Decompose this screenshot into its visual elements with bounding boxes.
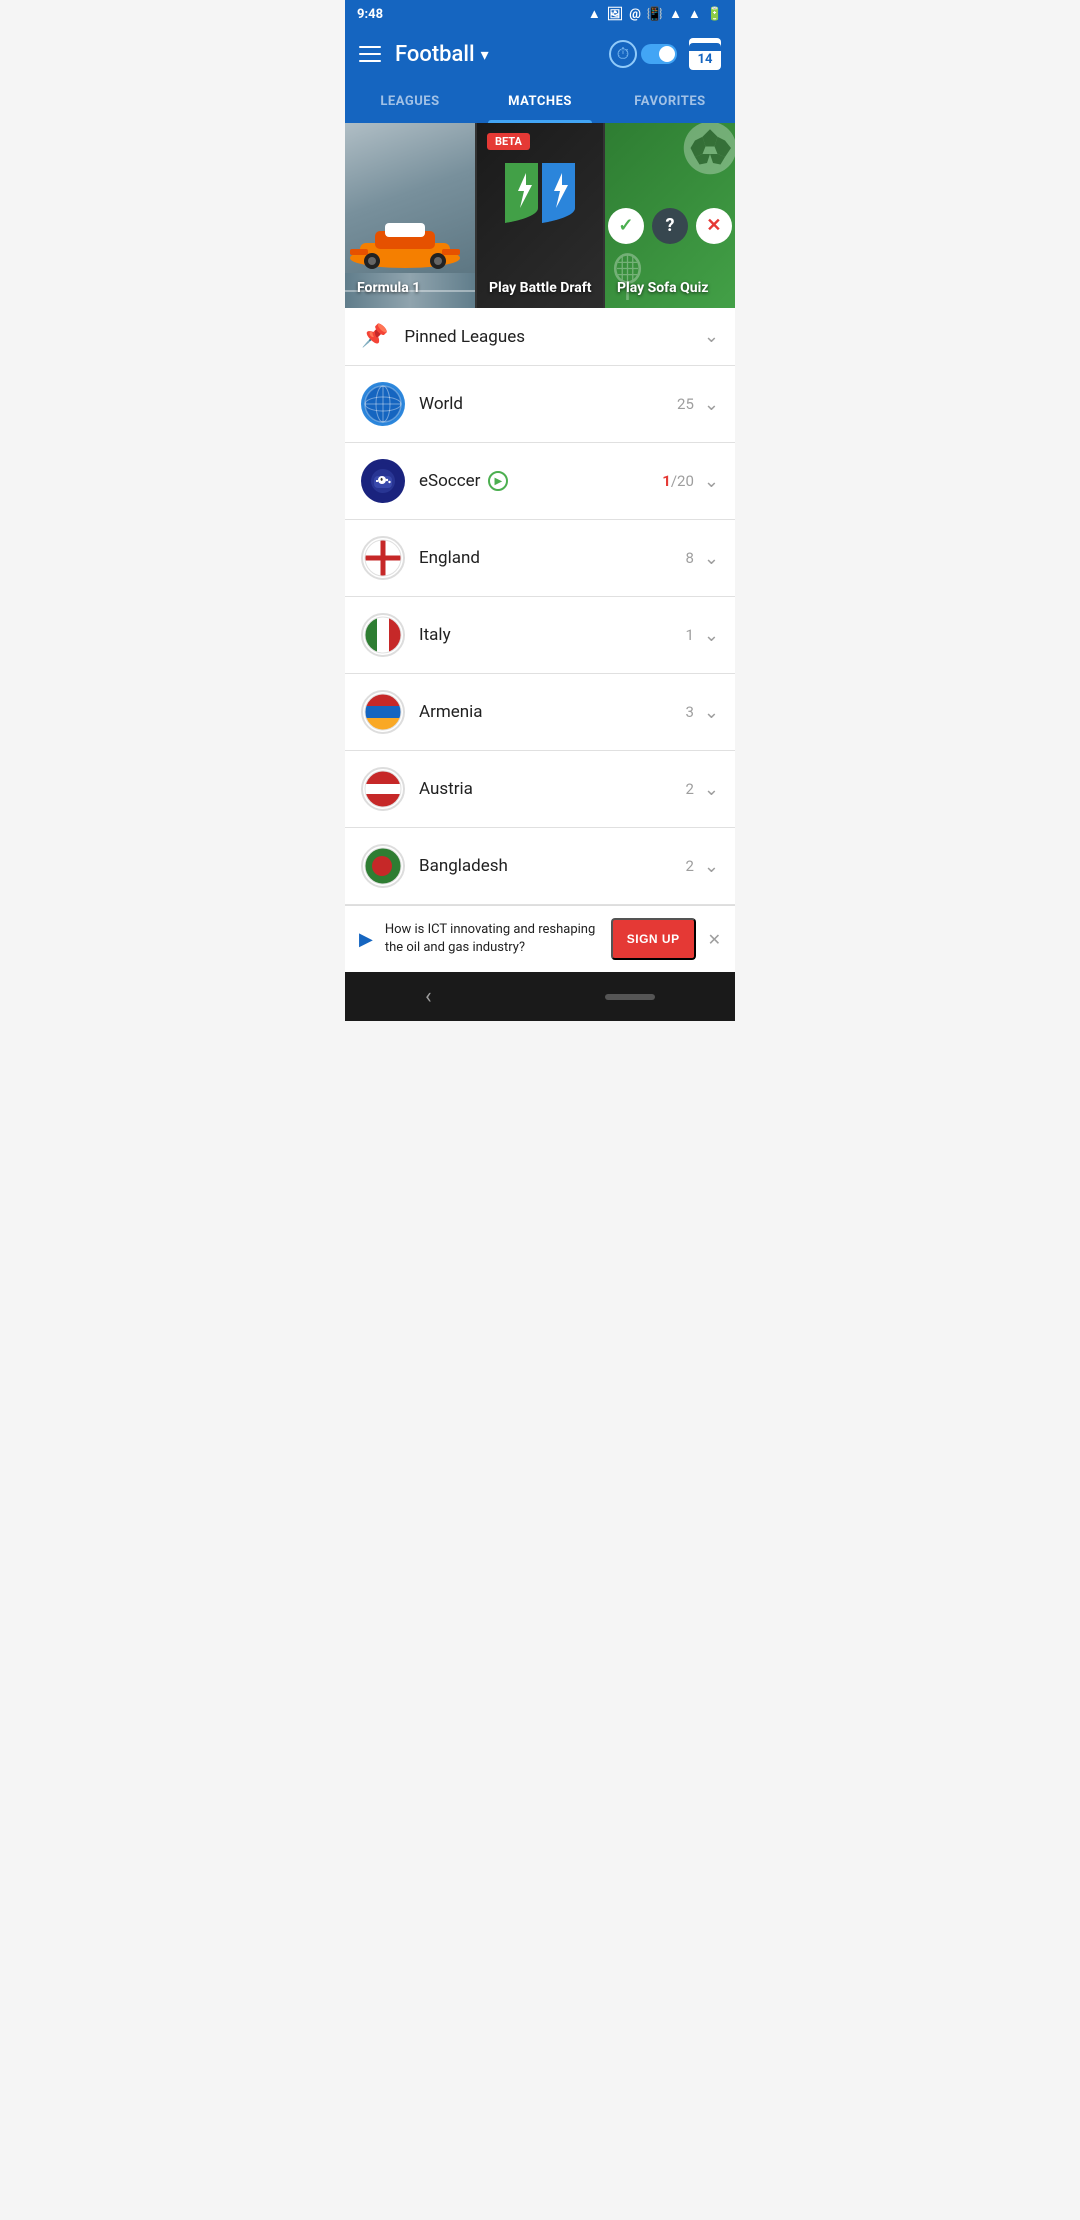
- quiz-question-icon: ?: [652, 208, 688, 244]
- esoccer-icon: [361, 459, 405, 503]
- status-bar: 9:48 ▲ 🖼 @ 📳 ▲ ▲ 🔋: [345, 0, 735, 28]
- quiz-check-icon: ✓: [608, 208, 644, 244]
- england-name: England: [419, 548, 685, 568]
- pin-icon: 📌: [361, 324, 388, 349]
- ad-banner: ▶ How is ICT innovating and reshaping th…: [345, 905, 735, 972]
- pinned-chevron: ⌄: [704, 326, 719, 347]
- italy-flag-icon: [361, 613, 405, 657]
- feature-cards: Formula 1 BETA Play Battle Draft: [345, 123, 735, 308]
- england-count: 8: [685, 549, 693, 567]
- header: Football ▾ ⏱ 14: [345, 28, 735, 80]
- armenia-chevron: ⌄: [704, 702, 719, 723]
- ad-play-icon: ▶: [359, 929, 373, 950]
- clock-toggle[interactable]: ⏱: [609, 40, 677, 68]
- navigation-bar: ‹: [345, 972, 735, 1021]
- list-item-bangladesh[interactable]: Bangladesh 2 ⌄: [345, 828, 735, 905]
- wifi-icon: ▲: [669, 6, 682, 22]
- bangladesh-name: Bangladesh: [419, 856, 685, 876]
- world-chevron: ⌄: [704, 394, 719, 415]
- italy-name: Italy: [419, 625, 685, 645]
- list-item-italy[interactable]: Italy 1 ⌄: [345, 597, 735, 674]
- armenia-name: Armenia: [419, 702, 685, 722]
- england-flag-icon: [361, 536, 405, 580]
- sofa-quiz-label: Play Sofa Quiz: [617, 280, 708, 296]
- sport-dropdown-arrow[interactable]: ▾: [481, 45, 489, 64]
- calendar-button[interactable]: 14: [689, 38, 721, 70]
- austria-count: 2: [685, 780, 693, 798]
- austria-chevron: ⌄: [704, 779, 719, 800]
- austria-flag-icon: [361, 767, 405, 811]
- world-count: 25: [677, 395, 694, 413]
- bangladesh-count: 2: [685, 857, 693, 875]
- battle-draft-card[interactable]: BETA Play Battle Draft: [475, 123, 605, 308]
- ad-close-icon[interactable]: ✕: [708, 930, 721, 949]
- tabs: LEAGUES MATCHES FAVORITES: [345, 80, 735, 123]
- esoccer-chevron: ⌄: [704, 471, 719, 492]
- clock-icon: ⏱: [609, 40, 637, 68]
- home-indicator[interactable]: [605, 994, 655, 1000]
- signal-icon: ▲: [688, 6, 701, 22]
- tab-matches[interactable]: MATCHES: [475, 80, 605, 123]
- beta-badge: BETA: [487, 133, 530, 150]
- austria-name: Austria: [419, 779, 685, 799]
- england-chevron: ⌄: [704, 548, 719, 569]
- tab-leagues[interactable]: LEAGUES: [345, 80, 475, 123]
- quiz-cross-icon: ✕: [696, 208, 732, 244]
- world-flag-icon: [361, 382, 405, 426]
- status-time: 9:48: [357, 7, 383, 22]
- at-icon: @: [629, 7, 641, 22]
- list-item-esoccer[interactable]: eSoccer ▶ 1/20 ⌄: [345, 443, 735, 520]
- italy-chevron: ⌄: [704, 625, 719, 646]
- list-item-world[interactable]: World 25 ⌄: [345, 366, 735, 443]
- battle-shield: [500, 153, 580, 233]
- soccer-ball-deco: [680, 123, 735, 178]
- armenia-count: 3: [685, 703, 693, 721]
- list-item-armenia[interactable]: Armenia 3 ⌄: [345, 674, 735, 751]
- list-item-england[interactable]: England 8 ⌄: [345, 520, 735, 597]
- pinned-leagues-label: Pinned Leagues: [404, 327, 704, 347]
- ad-text: How is ICT innovating and reshaping the …: [385, 921, 599, 957]
- status-icons: ▲ 🖼 @ 📳 ▲ ▲ 🔋: [588, 6, 723, 22]
- back-button[interactable]: ‹: [425, 984, 432, 1009]
- world-name: World: [419, 394, 677, 414]
- bangladesh-chevron: ⌄: [704, 856, 719, 877]
- image-icon: 🖼: [607, 7, 624, 22]
- formula1-card[interactable]: Formula 1: [345, 123, 475, 308]
- live-toggle[interactable]: [641, 44, 677, 64]
- header-left: Football ▾: [359, 42, 489, 67]
- tab-favorites[interactable]: FAVORITES: [605, 80, 735, 123]
- sofa-quiz-card[interactable]: ✓ ? ✕ Play Sofa Quiz: [605, 123, 735, 308]
- esoccer-live-badge: ▶: [488, 471, 508, 491]
- armenia-flag-icon: [361, 690, 405, 734]
- list-item-austria[interactable]: Austria 2 ⌄: [345, 751, 735, 828]
- header-right: ⏱ 14: [609, 38, 721, 70]
- vibrate-icon: 📳: [647, 7, 663, 22]
- ad-signup-button[interactable]: SIGN UP: [611, 918, 696, 960]
- esoccer-count: 1/20: [662, 472, 694, 490]
- league-list: 📌 Pinned Leagues ⌄ World 25 ⌄: [345, 308, 735, 905]
- italy-count: 1: [685, 626, 693, 644]
- battery-icon: 🔋: [707, 7, 723, 22]
- esoccer-name: eSoccer ▶: [419, 471, 662, 491]
- menu-button[interactable]: [359, 46, 381, 62]
- pinned-leagues-item[interactable]: 📌 Pinned Leagues ⌄: [345, 308, 735, 366]
- f1-car-image: [345, 213, 470, 273]
- bangladesh-flag-icon: [361, 844, 405, 888]
- formula1-label: Formula 1: [357, 280, 420, 296]
- drive-icon: ▲: [588, 6, 601, 22]
- sport-title: Football: [395, 42, 475, 67]
- header-title[interactable]: Football ▾: [395, 42, 489, 67]
- battle-draft-label: Play Battle Draft: [489, 280, 592, 296]
- quiz-icons-row: ✓ ? ✕: [608, 208, 732, 244]
